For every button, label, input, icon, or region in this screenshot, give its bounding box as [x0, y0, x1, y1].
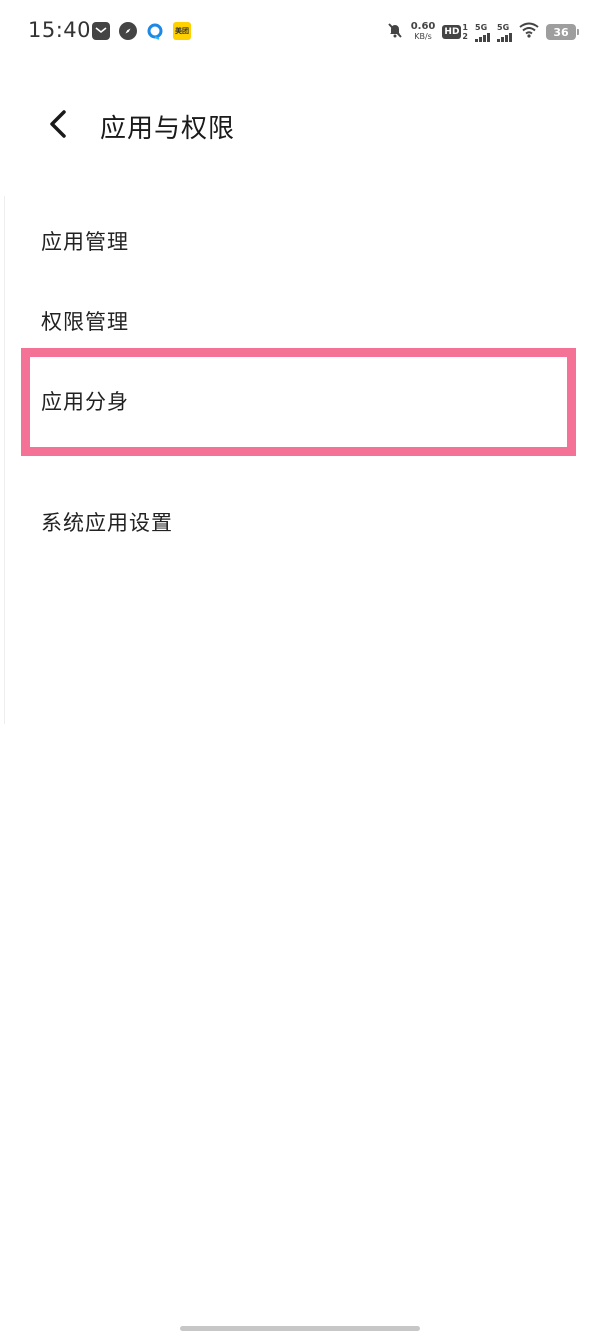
- status-time: 15:40: [28, 18, 92, 42]
- mute-bell-icon: [386, 21, 404, 43]
- list-item-permission-management[interactable]: 权限管理: [0, 280, 600, 352]
- home-indicator[interactable]: [180, 1326, 420, 1331]
- list-item-label: 应用管理: [41, 230, 129, 254]
- left-edge-divider: [4, 196, 5, 724]
- list-item-label: 系统应用设置: [41, 511, 173, 535]
- list-item-label: 应用分身: [41, 390, 129, 414]
- browser-icon: [146, 22, 164, 40]
- screen: 15:40 美团 0.60 KB/s HD 12 5G 5G 36 应用与权限 …: [0, 0, 600, 1333]
- list-item-app-management[interactable]: 应用管理: [0, 200, 600, 272]
- battery-icon: 36: [546, 24, 579, 40]
- volte-hd-icon: HD 12: [442, 23, 468, 41]
- page-title: 应用与权限: [100, 114, 236, 144]
- compass-icon: [119, 22, 137, 40]
- chevron-left-icon: [50, 110, 66, 138]
- notification-icons: 美团: [92, 22, 191, 40]
- wifi-icon: [519, 22, 539, 42]
- network-speed: 0.60 KB/s: [410, 21, 436, 42]
- list-item-app-clone[interactable]: 应用分身: [0, 360, 600, 432]
- app-header: 应用与权限: [0, 92, 600, 156]
- meituan-icon: 美团: [173, 22, 191, 40]
- mail-icon: [92, 22, 110, 40]
- system-icons: 0.60 KB/s HD 12 5G 5G 36: [386, 18, 579, 46]
- status-bar: 15:40 美团 0.60 KB/s HD 12 5G 5G 36: [0, 0, 600, 64]
- sim2-signal-icon: 5G: [497, 23, 512, 42]
- list-item-label: 权限管理: [41, 310, 129, 334]
- sim1-signal-icon: 5G: [475, 23, 490, 42]
- list-item-system-app-settings[interactable]: 系统应用设置: [0, 481, 600, 553]
- back-button[interactable]: [36, 102, 80, 146]
